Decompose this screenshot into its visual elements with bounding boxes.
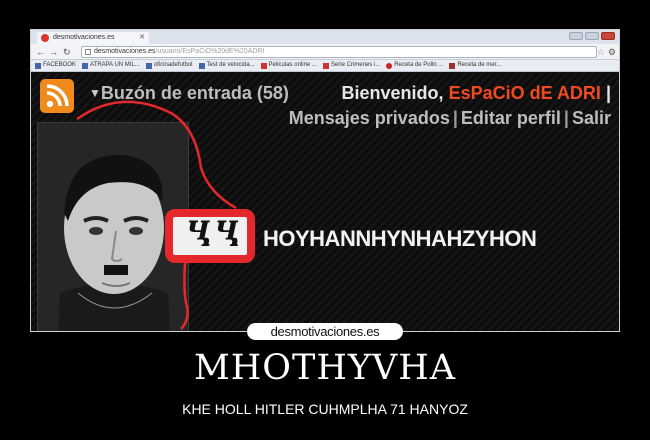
bookmark-icon bbox=[145, 62, 152, 69]
welcome-text: Bienvenido, EsPaCiO dE ADRI | bbox=[342, 83, 611, 104]
private-messages-link[interactable]: Mensajes privados bbox=[289, 108, 450, 128]
bookmark-icon bbox=[82, 62, 89, 69]
bookmark-label: Receta de Pollo ... bbox=[394, 62, 444, 68]
bookmark-item[interactable]: Receta de mer... bbox=[449, 60, 501, 71]
nickname-glyph: ႡႡ bbox=[185, 219, 242, 254]
address-bar[interactable]: desmotivaciones.es/usuario/EsPaCiO%20dE%… bbox=[81, 46, 597, 58]
browser-toolbar: ← → ↻ desmotivaciones.es/usuario/EsPaCiO… bbox=[31, 44, 619, 60]
bookmark-label: Receta de mer... bbox=[457, 62, 502, 68]
url-path: /usuario/EsPaCiO%20dE%20ADRI bbox=[155, 48, 265, 55]
minimize-button[interactable] bbox=[569, 32, 583, 40]
bookmark-label: ATRAPA UN MIL... bbox=[90, 62, 140, 68]
logout-link[interactable]: Salir bbox=[572, 108, 611, 128]
bookmark-item[interactable]: Receta de Pollo ... bbox=[386, 60, 443, 71]
rss-icon[interactable] bbox=[40, 79, 74, 113]
page-icon bbox=[85, 49, 91, 55]
nickname-highlight-box: ႡႡ bbox=[165, 209, 255, 263]
separator: | bbox=[563, 108, 569, 128]
bookmark-label: Test de velocida... bbox=[206, 62, 255, 68]
browser-tab[interactable]: desmotivaciones.es ✕ bbox=[37, 32, 149, 44]
separator: | bbox=[605, 83, 611, 103]
welcome-prefix: Bienvenido, bbox=[341, 83, 444, 103]
browser-tab-bar: desmotivaciones.es ✕ bbox=[31, 30, 619, 44]
username-link[interactable]: EsPaCiO dE ADRI bbox=[449, 83, 601, 103]
site-favicon-icon bbox=[41, 34, 49, 42]
bookmark-item[interactable]: Test de velocida... bbox=[198, 60, 255, 71]
poster-subtitle: KHE HOLL HITLER CUHMPLHA 71 HANYOZ bbox=[182, 401, 468, 417]
bookmark-item[interactable]: oficinadefutbol bbox=[145, 60, 193, 71]
inbox-label: Buzón de entrada (58) bbox=[100, 83, 289, 103]
bookmark-icon bbox=[322, 62, 329, 69]
bookmark-icon bbox=[260, 62, 267, 69]
poster-title: MHOTHYVHA bbox=[193, 348, 457, 388]
facebook-icon bbox=[35, 62, 41, 69]
bookmark-label: FACEBOOK bbox=[43, 62, 77, 68]
bookmark-item[interactable]: FACEBOOK bbox=[35, 60, 76, 71]
bookmark-star-icon[interactable]: ☆ bbox=[597, 46, 605, 58]
bookmark-label: oficinadefutbol bbox=[153, 62, 193, 68]
bookmark-item[interactable]: ATRAPA UN MIL... bbox=[82, 60, 140, 71]
site-watermark: desmotivaciones.es bbox=[247, 323, 403, 340]
window-controls bbox=[569, 32, 615, 40]
bookmark-label: Serie Crimenes i... bbox=[330, 62, 381, 68]
bookmark-icon bbox=[386, 62, 393, 69]
bookmark-label: Peliculas online ... bbox=[268, 62, 317, 68]
inbox-link[interactable]: ▼Buzón de entrada (58) bbox=[89, 83, 289, 104]
caret-down-icon: ▼ bbox=[89, 86, 101, 100]
url-host: desmotivaciones.es bbox=[94, 48, 156, 55]
screenshot-frame: desmotivaciones.es ✕ ← → ↻ desmotivacion… bbox=[30, 29, 620, 332]
back-arrow-icon[interactable]: ← bbox=[36, 46, 45, 58]
bookmark-icon bbox=[449, 62, 456, 69]
bookmark-item[interactable]: Serie Crimenes i... bbox=[322, 60, 381, 71]
wrench-icon[interactable]: ⚙ bbox=[608, 46, 616, 58]
separator: | bbox=[452, 108, 458, 128]
profile-nickname: HOYHANNHYNHAHZYHON bbox=[263, 226, 537, 251]
maximize-button[interactable] bbox=[585, 32, 599, 40]
reload-icon[interactable]: ↻ bbox=[63, 46, 71, 58]
edit-profile-link[interactable]: Editar perfil bbox=[461, 108, 561, 128]
bookmarks-bar: FACEBOOK ATRAPA UN MIL... oficinadefutbo… bbox=[31, 60, 619, 72]
bookmark-icon bbox=[198, 62, 205, 69]
close-window-button[interactable] bbox=[601, 32, 615, 40]
close-tab-icon[interactable]: ✕ bbox=[139, 32, 145, 44]
bookmark-item[interactable]: Peliculas online ... bbox=[260, 60, 317, 71]
account-links: Mensajes privados | Editar perfil | Salir bbox=[289, 108, 611, 129]
tab-title: desmotivaciones.es bbox=[53, 34, 115, 41]
forward-arrow-icon[interactable]: → bbox=[49, 46, 58, 58]
profile-page: ▼Buzón de entrada (58) Bienvenido, EsPaC… bbox=[31, 73, 619, 331]
